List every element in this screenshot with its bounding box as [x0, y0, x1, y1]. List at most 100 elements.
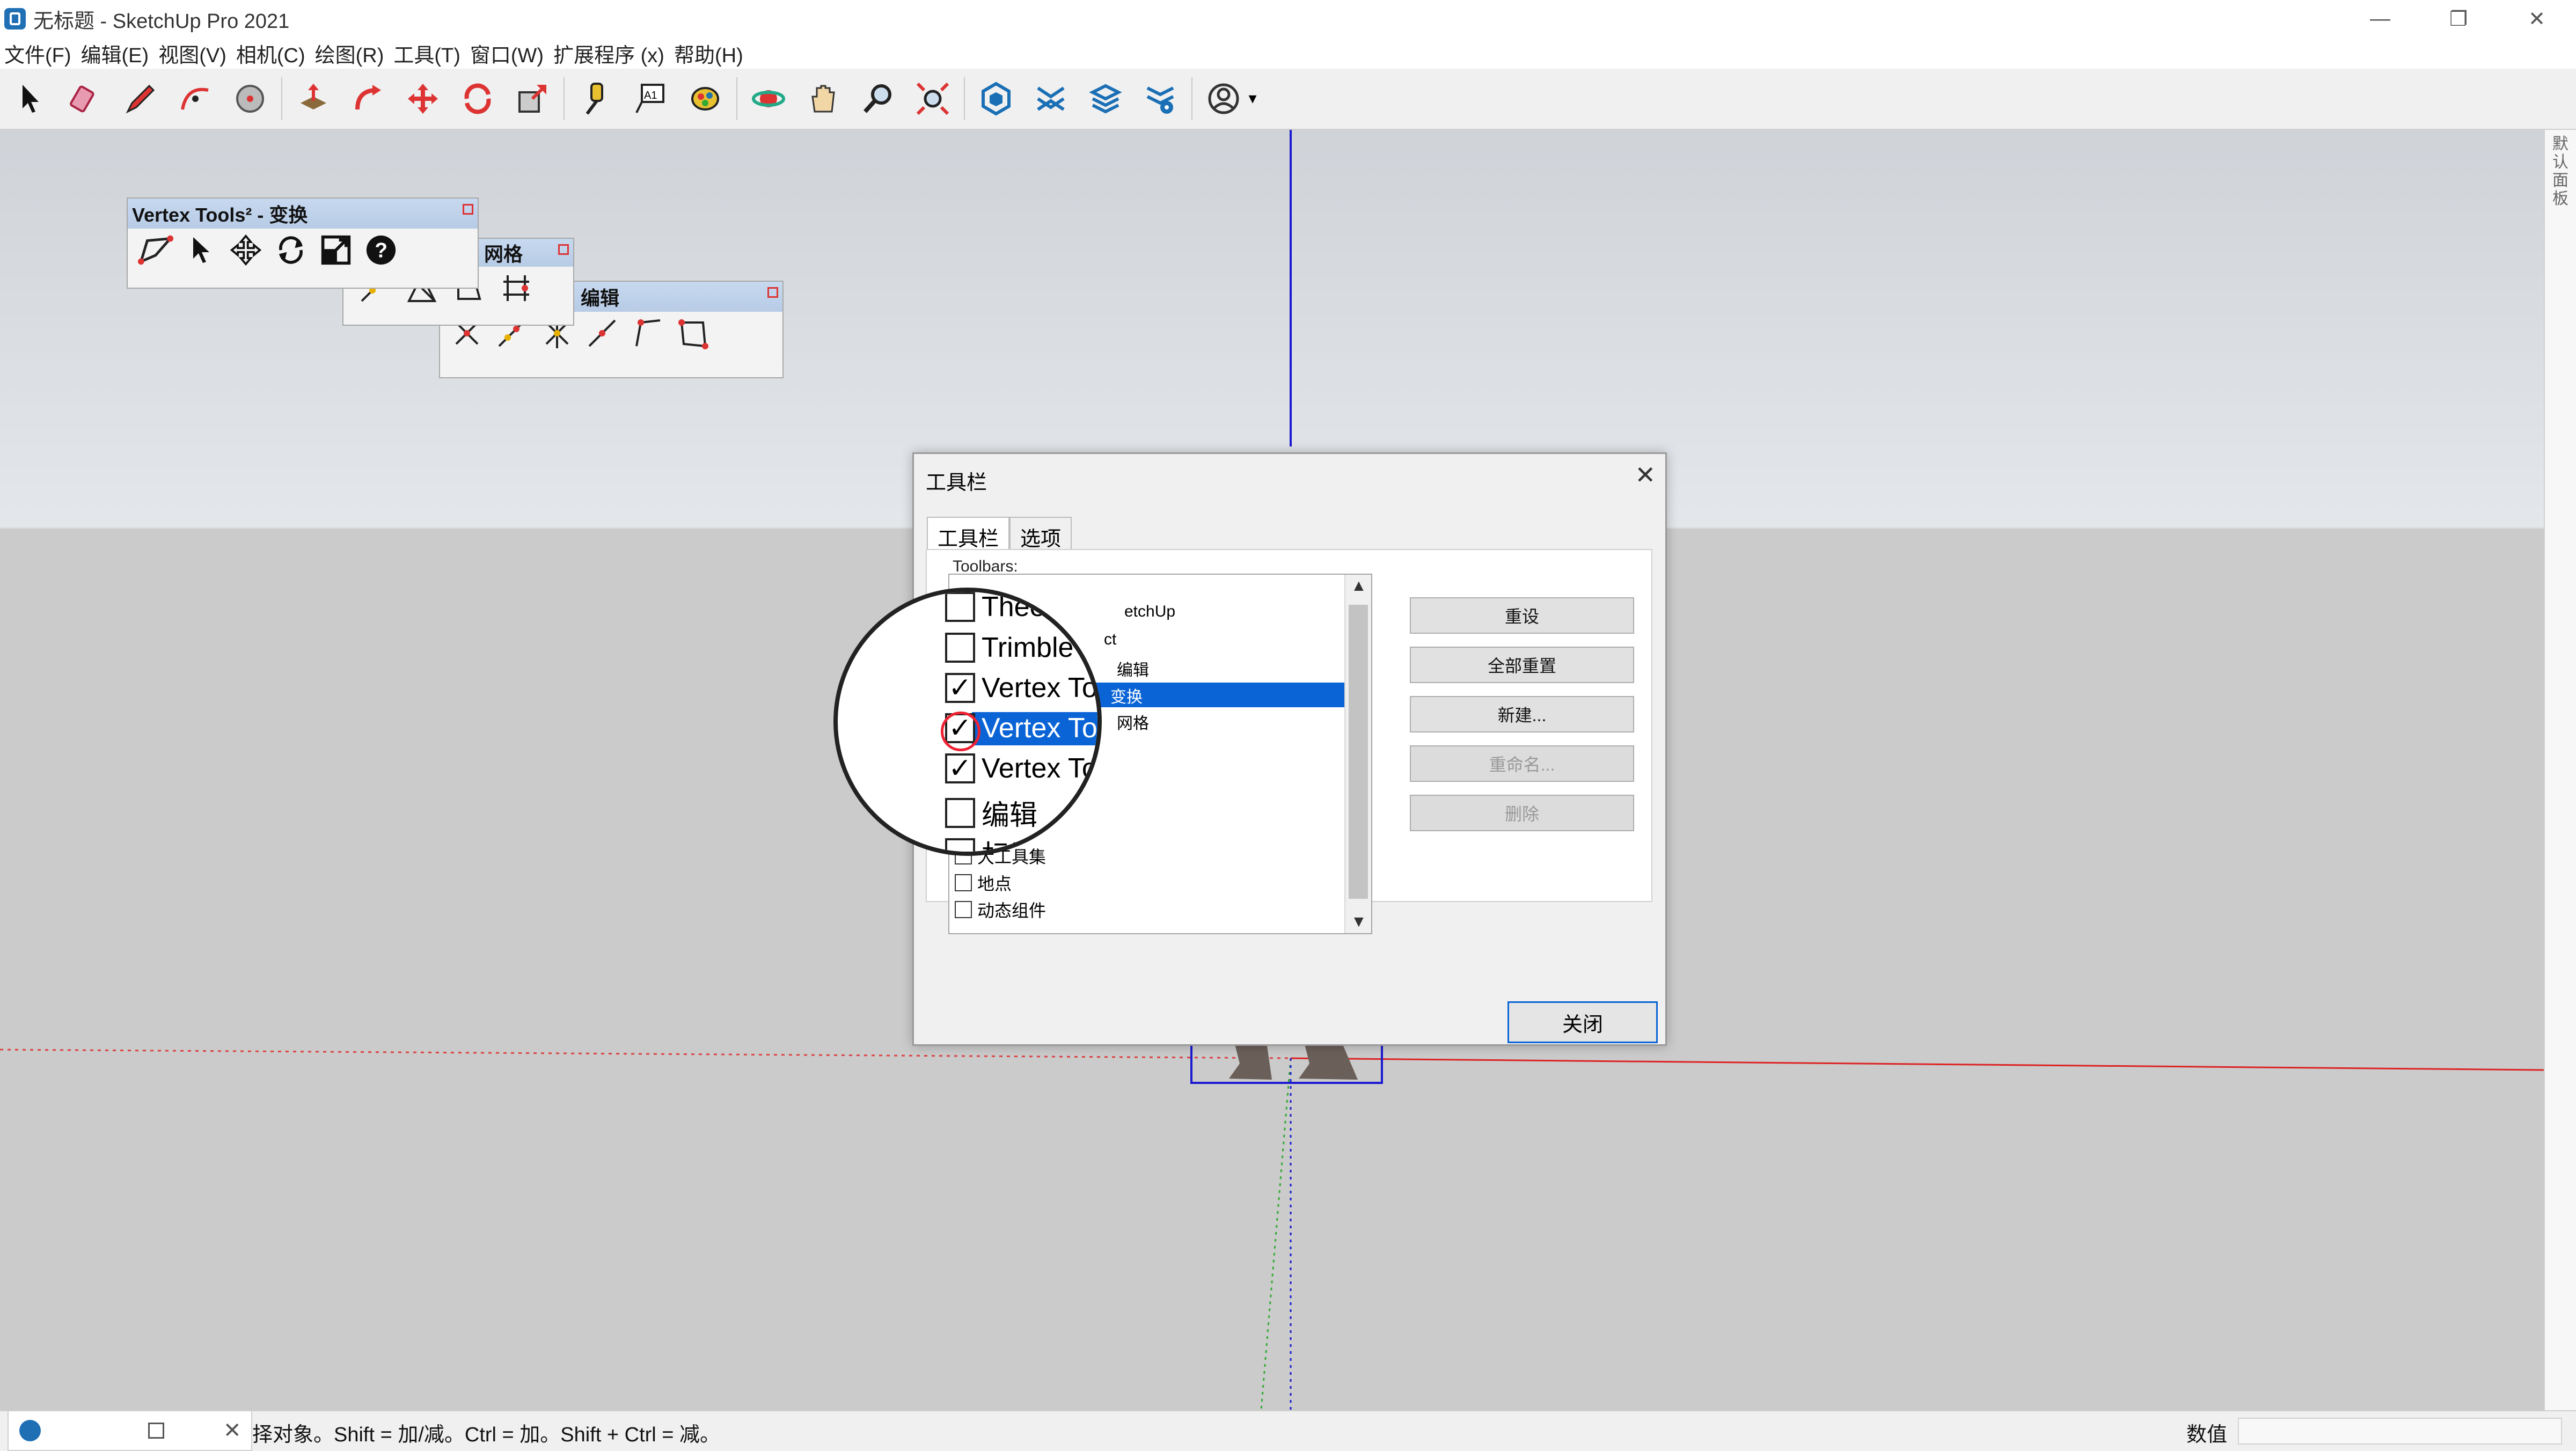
float-toolbar-transform[interactable]: Vertex Tools² - 变换 ?: [127, 197, 479, 289]
menu-camera[interactable]: 相机(C): [232, 39, 311, 68]
window-controls: — ❐ ✕: [2341, 0, 2576, 38]
quad-face-icon[interactable]: [675, 316, 709, 350]
toolbars-list-label: Toolbars:: [953, 558, 1018, 575]
toolbar-separator: [736, 77, 737, 120]
maximize-icon[interactable]: [148, 1423, 164, 1439]
restore-button[interactable]: ❐: [2419, 0, 2498, 38]
default-tray-label: 默认面板: [2552, 135, 2568, 208]
arc-icon[interactable]: [172, 75, 219, 122]
extension-manager-icon[interactable]: [1137, 75, 1184, 122]
menu-draw[interactable]: 绘图(R): [311, 39, 390, 68]
menu-view[interactable]: 视图(V): [154, 39, 232, 68]
chevron-down-icon[interactable]: ▾: [1247, 75, 1258, 122]
figure-foot-left: [1229, 1042, 1272, 1080]
vertex-move-icon[interactable]: [223, 231, 268, 269]
checkbox: [945, 633, 975, 663]
vertex-select-tool-icon[interactable]: [133, 231, 178, 269]
pencil-icon[interactable]: [117, 75, 164, 122]
move-icon[interactable]: [399, 75, 447, 122]
straighten-edge-icon[interactable]: [585, 316, 619, 350]
list-item-location[interactable]: 地点: [955, 870, 1012, 896]
dialog-close-button[interactable]: 关闭: [1507, 1001, 1658, 1043]
menu-edit[interactable]: 编辑(E): [77, 39, 155, 68]
minimize-button[interactable]: —: [2341, 0, 2419, 38]
zoom-extents-icon[interactable]: [909, 75, 956, 122]
float-toolbar-transform-title: Vertex Tools² - 变换: [132, 204, 308, 226]
dialog-close-icon[interactable]: ✕: [1635, 460, 1656, 489]
mag-row-5: 编辑: [945, 793, 1037, 833]
menu-file[interactable]: 文件(F): [0, 39, 77, 68]
layout-icon[interactable]: [1082, 75, 1129, 122]
float-toolbar-transform-header: Vertex Tools² - 变换: [128, 199, 478, 229]
rename-button: 重命名...: [1410, 745, 1634, 782]
reset-all-button[interactable]: 全部重置: [1410, 647, 1634, 683]
close-window-button[interactable]: ✕: [2498, 0, 2576, 38]
3d-warehouse-icon[interactable]: [972, 75, 1020, 122]
select-icon[interactable]: [8, 75, 55, 122]
menu-extensions[interactable]: 扩展程序 (x): [549, 39, 670, 68]
vertex-rotate-icon[interactable]: [268, 231, 313, 269]
scroll-down-icon[interactable]: ▼: [1351, 913, 1367, 931]
float-toolbar-edit-close-icon[interactable]: [767, 287, 778, 298]
checkbox: [945, 592, 975, 622]
list-item-sketchup-fragment: etchUp: [1124, 603, 1176, 620]
menu-help[interactable]: 帮助(H): [670, 39, 749, 68]
list-item-dynamic-components[interactable]: 动态组件: [955, 897, 1046, 922]
scroll-up-icon[interactable]: ▲: [1351, 577, 1367, 595]
text-icon[interactable]: A1: [627, 75, 674, 122]
magnifier-overlay: Thee Trimble ✓ Vertex To ✓ Vertex To ✓ Vert…: [833, 588, 1102, 856]
checkbox: [945, 797, 975, 828]
tape-measure-icon[interactable]: [572, 75, 619, 122]
scroll-thumb[interactable]: [1349, 605, 1368, 899]
list-item-label: 动态组件: [977, 901, 1046, 920]
arrow-select-icon[interactable]: [178, 231, 223, 269]
orbit-icon[interactable]: [745, 75, 792, 122]
menu-window[interactable]: 窗口(W): [466, 39, 549, 68]
paint-bucket-icon[interactable]: [682, 75, 729, 122]
tab-toolbars[interactable]: 工具栏: [927, 517, 1010, 551]
eraser-icon[interactable]: [62, 75, 109, 122]
checkbox[interactable]: [955, 901, 972, 918]
svg-text:A1: A1: [644, 90, 657, 101]
list-item-edit-fragment: 编辑: [1117, 662, 1149, 679]
float-toolbar-transform-close-icon[interactable]: [463, 204, 473, 215]
column-grid-icon[interactable]: [499, 271, 533, 305]
red-axis-line: [1290, 1057, 2544, 1071]
svg-text:?: ?: [375, 239, 387, 262]
taskbar-preview[interactable]: ✕: [8, 1410, 252, 1451]
circle-icon[interactable]: [226, 75, 274, 122]
dialog-tabs: 工具栏 选项: [927, 517, 1072, 551]
follow-me-icon[interactable]: [345, 75, 392, 122]
mag-row-label: 编辑: [982, 800, 1038, 831]
toolbar-separator: [964, 77, 965, 120]
angle-edge-icon[interactable]: [630, 316, 664, 350]
sketchup-app-icon: [19, 1420, 41, 1441]
pan-icon[interactable]: [800, 75, 847, 122]
zoom-icon[interactable]: [854, 75, 902, 122]
red-axis-dotted-line: [0, 1049, 1291, 1059]
push-pull-icon[interactable]: [290, 75, 337, 122]
account-icon[interactable]: [1200, 75, 1247, 122]
green-axis-dotted-line: [1260, 1058, 1292, 1410]
mag-row-label: Trimble: [982, 632, 1074, 663]
help-icon[interactable]: ?: [358, 231, 404, 269]
toolbar-separator: [564, 77, 565, 120]
reset-button[interactable]: 重设: [1410, 597, 1634, 634]
checkbox-checked: ✓: [945, 672, 975, 703]
value-input[interactable]: [2238, 1418, 2562, 1445]
mag-row-label: Vertex To: [982, 753, 1097, 784]
list-scrollbar[interactable]: ▲ ▼: [1344, 575, 1371, 933]
rotate-icon[interactable]: [454, 75, 501, 122]
mag-row-2: ✓ Vertex To: [945, 672, 1097, 704]
checkbox[interactable]: [955, 874, 972, 891]
scale-icon[interactable]: [509, 75, 556, 122]
default-tray-strip[interactable]: 默认面板: [2544, 130, 2576, 1410]
click-indicator: [941, 712, 980, 751]
float-toolbar-grid-close-icon[interactable]: [558, 244, 569, 255]
menu-tools[interactable]: 工具(T): [389, 39, 466, 68]
new-toolbar-button[interactable]: 新建...: [1410, 696, 1634, 732]
vertex-scale-icon[interactable]: [313, 231, 358, 269]
extension-warehouse-icon[interactable]: [1027, 75, 1074, 122]
tab-options[interactable]: 选项: [1009, 517, 1072, 551]
close-icon[interactable]: ✕: [223, 1418, 241, 1443]
